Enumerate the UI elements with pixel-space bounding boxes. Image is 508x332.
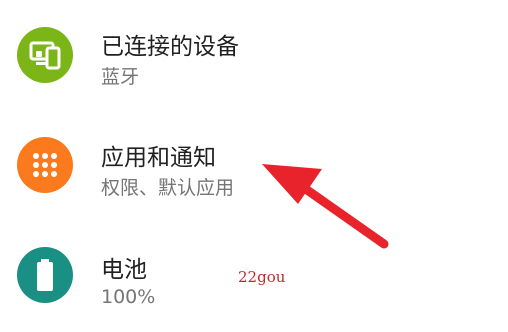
watermark-text: 22gou <box>238 268 286 286</box>
